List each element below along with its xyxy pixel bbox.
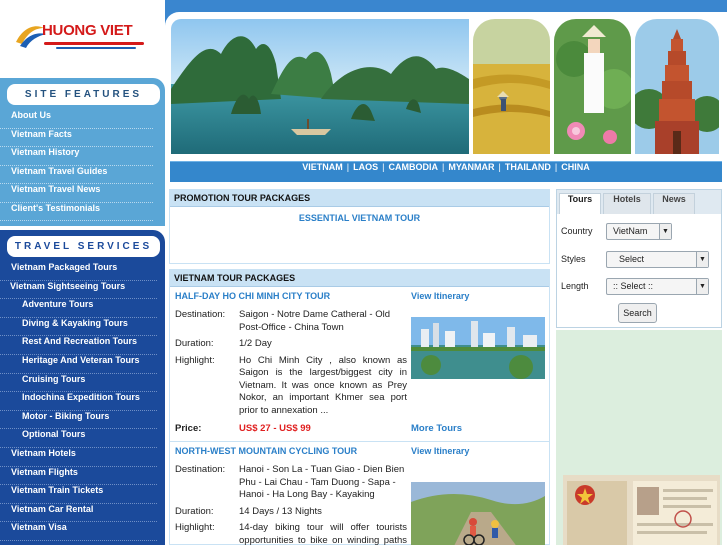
service-link[interactable]: Vietnam Hotels [0,448,157,467]
styles-select-value: Select [619,254,645,264]
country-link[interactable]: MYANMAR [448,162,494,172]
country-link[interactable]: LAOS [353,162,378,172]
country-link[interactable]: CHINA [561,162,590,172]
tour-packages-panel: VIETNAM TOUR PACKAGES HALF-DAY HO CHI MI… [169,269,550,545]
site-features-list: About Us Vietnam Facts Vietnam History Viet… [0,110,165,221]
nav-separator: | [346,162,350,172]
service-link[interactable]: Vietnam Car Rental [0,504,157,523]
price-row: Price: US$ 27 - US$ 99 More Tours [175,423,544,437]
tab-hotels[interactable]: Hotels [603,193,651,214]
logo-underline [44,42,144,45]
chevron-down-icon: ▼ [696,252,708,267]
travel-services-title: TRAVEL SERVICES [7,236,160,257]
search-button[interactable]: Search [618,303,657,323]
country-nav: VIETNAM | LAOS | CAMBODIA | MYANMAR | THAILAND | C… [170,161,722,182]
chevron-down-icon: ▼ [659,224,671,239]
promotion-title: PROMOTION TOUR PACKAGES [170,190,549,207]
ha-long-bay-photo [171,19,469,154]
search-box: Tours Hotels News Country VietNam ▼ Styl… [556,189,722,328]
length-select-value: :: Select :: [613,281,654,291]
feature-link[interactable]: Vietnam Facts [0,129,153,147]
service-link[interactable]: Heritage And Veteran Tours [0,355,157,374]
banner [165,12,727,185]
promotion-tour-link[interactable]: ESSENTIAL VIETNAM TOUR [170,213,549,223]
service-link[interactable]: Vietnam Train Tickets [0,485,157,504]
length-select[interactable]: :: Select :: ▼ [606,278,709,295]
view-itinerary-link[interactable]: View Itinerary [411,446,469,456]
service-link[interactable]: Indochina Expedition Tours [0,392,157,411]
service-link[interactable]: Cruising Tours [0,374,157,393]
feature-link[interactable]: Vietnam History [0,147,153,166]
site-features-panel: SITE FEATURES About Us Vietnam Facts Vietn… [0,78,165,226]
main-content: PROMOTION TOUR PACKAGES ESSENTIAL VIETNA… [169,189,550,545]
cycling-photo[interactable] [411,482,545,545]
search-tabs: Tours Hotels News [557,190,721,214]
service-link[interactable]: Rest And Recreation Tours [0,336,157,355]
highlight-label: Highlight: [175,354,215,366]
logo-text: HUONG VIET [42,22,133,39]
pagoda-photo [635,19,719,154]
duration-value: 1/2 Day [239,338,272,349]
feature-link[interactable]: Vietnam Travel News [0,184,153,203]
view-itinerary-link[interactable]: View Itinerary [411,291,469,301]
tour-item: NORTH-WEST MOUNTAIN CYCLING TOUR View It… [170,442,549,545]
nav-separator: | [554,162,558,172]
feature-link[interactable]: About Us [0,110,153,129]
destination-label: Destination: [175,464,226,475]
styles-select[interactable]: Select ▼ [606,251,709,268]
rice-field-photo [473,19,550,154]
destination-value: Hanoi - Son La - Tuan Giao - Dien Bien P… [239,464,405,500]
price-value: US$ 27 - US$ 99 [239,423,311,434]
duration-label: Duration: [175,505,214,517]
service-link[interactable]: Optional Tours [0,429,157,448]
nav-separator: | [382,162,385,172]
styles-label: Styles [561,254,586,264]
saigon-photo[interactable] [411,317,545,379]
service-link[interactable]: Motor - Biking Tours [0,411,157,430]
tour-packages-title: VIETNAM TOUR PACKAGES [170,270,549,287]
tour-title-link[interactable]: HALF-DAY HO CHI MINH CITY TOUR [175,291,544,305]
tour-item: HALF-DAY HO CHI MINH CITY TOUR View Itin… [170,287,549,437]
tour-title-link[interactable]: NORTH-WEST MOUNTAIN CYCLING TOUR [175,446,544,460]
travel-services-list: Vietnam Packaged Tours Vietnam Sightseein… [0,262,165,541]
service-link[interactable]: Vietnam Flights [0,467,157,486]
highlight-value: 14-day biking tour will offer tourists o… [239,522,407,545]
feature-link[interactable]: Vietnam Travel Guides [0,166,153,184]
lotus-girl-photo [554,19,631,154]
tab-news[interactable]: News [653,193,695,214]
price-label: Price: [175,423,202,434]
travel-services-panel: TRAVEL SERVICES Vietnam Packaged Tours Vi… [0,230,165,545]
service-link[interactable]: Diving & Kayaking Tours [0,318,157,337]
more-tours-link[interactable]: More Tours [411,423,462,437]
left-sidebar: HUONG VIET SITE FEATURES About Us Vietnam… [0,0,165,545]
country-link[interactable]: VIETNAM [302,162,343,172]
highlight-label: Highlight: [175,522,215,533]
site-logo[interactable]: HUONG VIET [14,20,150,52]
destination-value: Saigon - Notre Dame Catheral - Old Post-… [239,309,391,333]
highlight-value: Ho Chi Minh City , also known as Saigon … [239,354,407,416]
promotion-panel: PROMOTION TOUR PACKAGES ESSENTIAL VIETNA… [169,189,550,264]
feature-link[interactable]: Client's Testimonials [0,203,153,221]
service-link[interactable]: Vietnam Sightseeing Tours [0,281,157,300]
country-label: Country [561,226,593,236]
length-label: Length [561,281,589,291]
site-features-title: SITE FEATURES [7,84,160,105]
destination-label: Destination: [175,309,226,320]
logo-underline-blue [56,47,136,49]
service-link[interactable]: Vietnam Packaged Tours [0,262,157,281]
tab-tours[interactable]: Tours [559,193,601,214]
logo-area: HUONG VIET [0,0,165,78]
country-select[interactable]: VietNam ▼ [606,223,672,240]
country-select-value: VietNam [613,226,648,236]
duration-value: 14 Days / 13 Nights [239,505,322,517]
nav-separator: | [498,162,501,172]
chevron-down-icon: ▼ [696,279,708,294]
service-link[interactable]: Adventure Tours [0,299,157,318]
service-link[interactable]: Vietnam Visa [0,522,157,541]
nav-separator: | [442,162,445,172]
duration-label: Duration: [175,338,214,349]
visa-photo[interactable] [563,475,720,545]
country-link[interactable]: THAILAND [505,162,551,172]
country-link[interactable]: CAMBODIA [389,162,439,172]
